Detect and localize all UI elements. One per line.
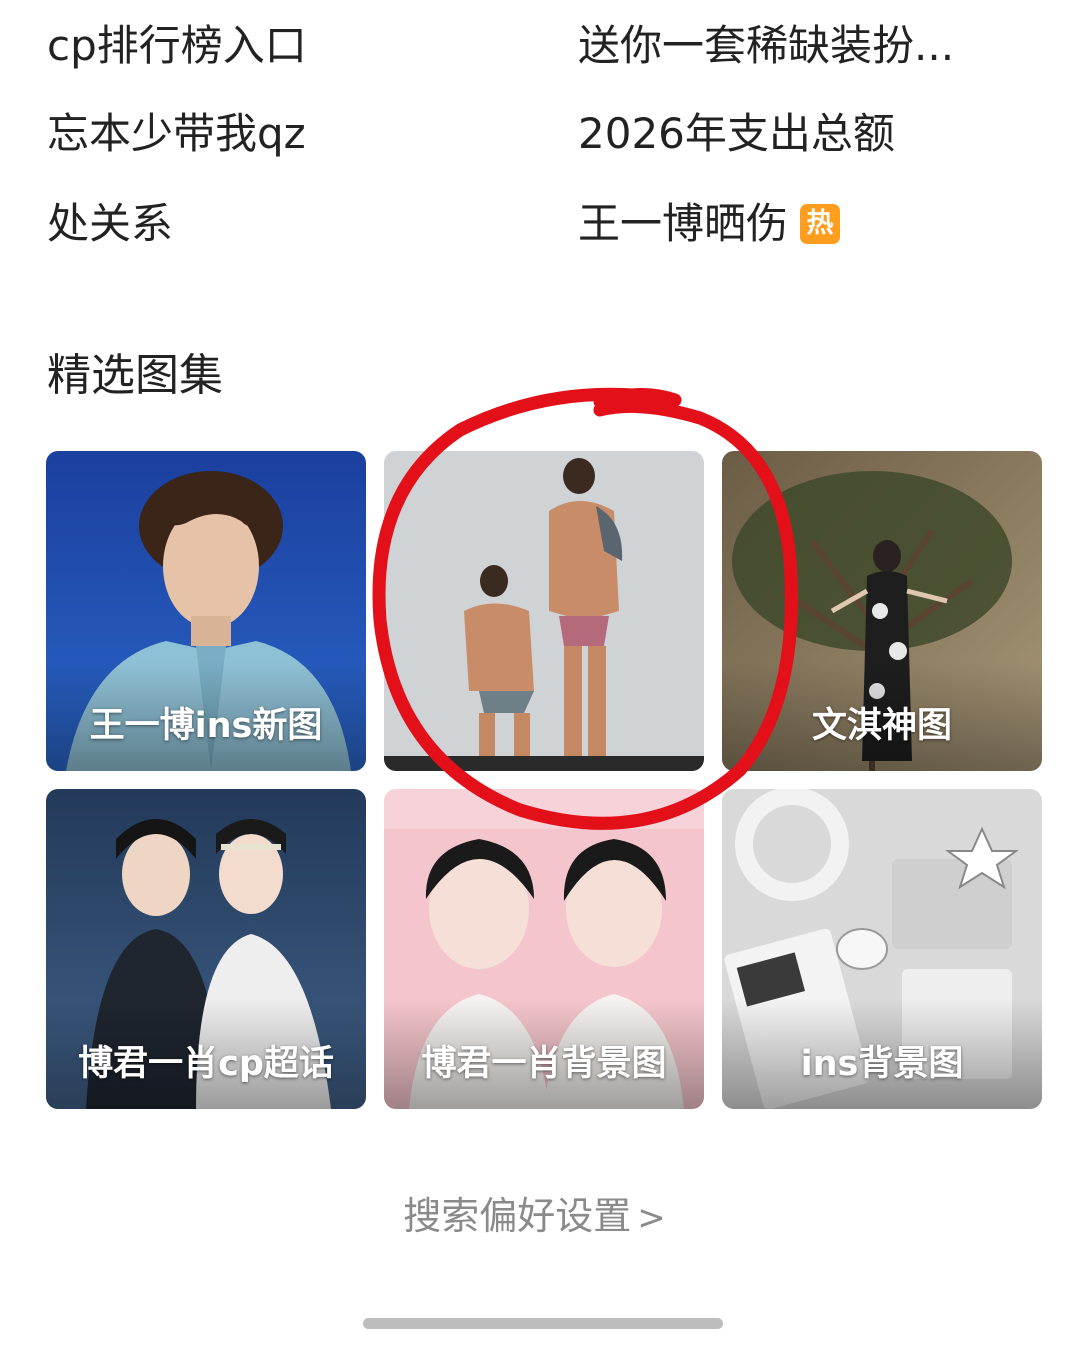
gallery-tile-label: ins背景图 [800, 1044, 964, 1084]
hot-search-item[interactable]: 送你一套稀缺装扮... [578, 18, 954, 74]
gallery-tile[interactable]: ins背景图 [722, 789, 1042, 1109]
gallery-tile[interactable]: 博君一肖背景图 [384, 789, 704, 1109]
hot-search-item[interactable]: 忘本少带我qz [47, 106, 306, 162]
gallery-tile[interactable]: 博君一肖cp超话 [46, 789, 366, 1109]
hot-search-label: 处关系 [47, 199, 174, 248]
hot-search-label: 王一博晒伤 [578, 199, 789, 248]
hot-search-item[interactable]: cp排行榜入口 [47, 18, 307, 74]
search-preferences-link[interactable]: 搜索偏好设置 > [0, 1190, 1069, 1244]
gallery-section-title: 精选图集 [47, 350, 223, 401]
gallery-tile[interactable]: 王一博ins新图 [46, 451, 366, 771]
hot-search-item[interactable]: 王一博晒伤热 [578, 196, 841, 252]
hot-search-item[interactable]: 2026年支出总额 [578, 106, 895, 162]
hot-search-item[interactable]: 处关系 [47, 196, 173, 252]
hot-search-label: cp排行榜入口 [47, 21, 307, 70]
home-indicator[interactable] [363, 1318, 723, 1329]
gallery-tile-label: 文淇神图 [811, 706, 952, 746]
gallery-tile-label: 博君一肖cp超话 [78, 1044, 334, 1084]
hot-badge: 热 [800, 204, 841, 244]
chevron-right-icon: > [637, 1198, 666, 1238]
hot-search-label: 送你一套稀缺装扮... [578, 21, 955, 70]
gallery-tile-label: 王一博ins新图 [89, 706, 323, 746]
hot-search-label: 忘本少带我qz [47, 109, 306, 158]
gallery-tile[interactable] [384, 451, 704, 771]
search-preferences-label: 搜索偏好设置 [403, 1194, 632, 1238]
gallery-image [384, 451, 704, 771]
hot-search-label: 2026年支出总额 [578, 109, 895, 158]
gallery-tile-label: 博君一肖背景图 [421, 1044, 667, 1084]
gallery-tile[interactable]: 文淇神图 [722, 451, 1042, 771]
